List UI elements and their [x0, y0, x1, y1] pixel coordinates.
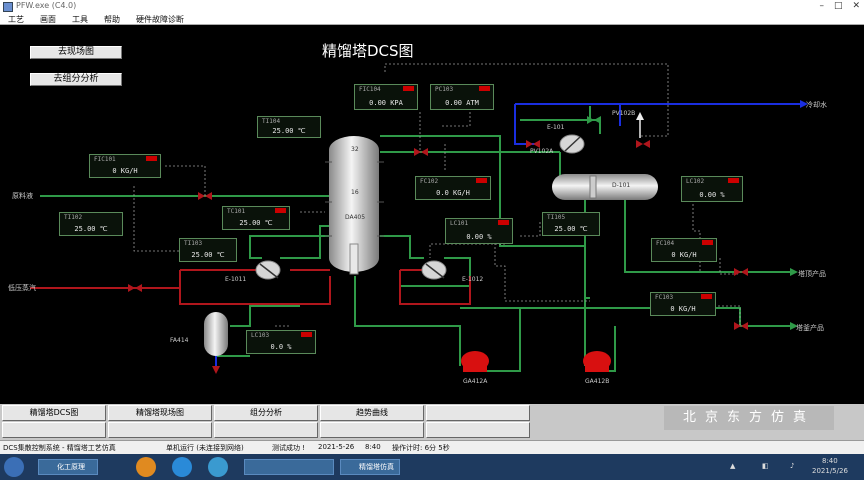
status-mode: 单机运行 (未连接到网络) [166, 444, 244, 452]
tab-empty-1[interactable] [426, 405, 530, 421]
bottom-product-label: 塔釜产品 [796, 324, 824, 332]
top-product-label: 塔顶产品 [798, 270, 826, 278]
tag-ti105[interactable]: TI105 25.00 ℃ [542, 212, 600, 236]
status-date: 2021-5-26 [318, 443, 355, 451]
tab-empty-2[interactable] [2, 422, 106, 438]
pump-ga412b [583, 351, 611, 372]
tray-top-label: 32 [351, 146, 359, 153]
tag-lc101[interactable]: LC101 0.00 % [445, 218, 513, 244]
steam-loop [179, 270, 331, 305]
reboiler2-label: E-1012 [462, 276, 484, 283]
reflux-drum-label: D-101 [612, 182, 631, 189]
tab-empty-4[interactable] [214, 422, 318, 438]
tag-fc103[interactable]: FC103 0 KG/H [650, 292, 716, 316]
menu-hardware-diagnostics[interactable]: 硬件故障诊断 [136, 14, 184, 24]
app-icon [3, 2, 13, 12]
pump-ga412a [461, 351, 489, 372]
window-title: PFW.exe (C4.0) [16, 1, 77, 10]
pc-valve-b-label: PV102B [612, 110, 636, 117]
tag-fic101[interactable]: FIC101 0 KG/H [89, 154, 161, 178]
bottom-draw [354, 276, 461, 366]
tag-fic104[interactable]: FIC104 0.00 KPA [354, 84, 418, 110]
minimize-button[interactable]: – [819, 1, 824, 11]
goto-field-button[interactable]: 去现场图 [30, 46, 122, 59]
window-controls: – □ ✕ [819, 1, 860, 11]
window-titlebar: PFW.exe (C4.0) – □ ✕ [0, 0, 864, 14]
tag-lc103[interactable]: LC103 0.0 % [246, 330, 316, 354]
pv102b-valve [636, 140, 650, 148]
bottom-product-pipe [460, 307, 790, 327]
app-icon-2[interactable] [208, 457, 228, 477]
fv101-valve [198, 192, 212, 200]
tray-volume-icon[interactable]: ♪ [790, 462, 794, 470]
menu-bar: 工艺 画面 工具 帮助 硬件故障诊断 [0, 14, 864, 25]
tray-feed-label: 16 [351, 189, 359, 196]
reboiler2-loop [380, 235, 424, 259]
menu-view[interactable]: 画面 [40, 14, 56, 24]
tab-field-view[interactable]: 精馏塔现场图 [108, 405, 212, 421]
tray-network-icon[interactable]: ◧ [762, 462, 769, 470]
tag-ti103[interactable]: TI103 25.00 ℃ [179, 238, 237, 262]
task-browser[interactable] [244, 459, 334, 475]
tag-fc102[interactable]: FC102 0.0 KG/H [415, 176, 491, 200]
steam-label: 低压蒸汽 [8, 284, 36, 292]
vessel-label: FA414 [170, 337, 189, 344]
status-system: DCS集散控制系统 - 精馏塔工艺仿真 [3, 444, 116, 452]
tray-flag-icon[interactable]: ▲ [730, 462, 735, 470]
cooling-water-label: 冷却水 [806, 101, 827, 109]
close-button[interactable]: ✕ [852, 1, 860, 11]
tag-lc102[interactable]: LC102 0.00 % [681, 176, 743, 202]
task-folder[interactable]: 化工原理 [38, 459, 98, 475]
tab-empty-6[interactable] [426, 422, 530, 438]
condenser-label: E-101 [547, 124, 565, 131]
steam-valve [128, 284, 142, 292]
reboiler1-label: E-1011 [225, 276, 247, 283]
tag-ti104[interactable]: TI104 25.00 ℃ [257, 116, 321, 138]
os-taskbar: 化工原理 精馏塔仿真 ▲ ◧ ♪ 8:40 2021/5/26 [0, 454, 864, 480]
task-simulator[interactable]: 精馏塔仿真 [340, 459, 400, 475]
menu-process[interactable]: 工艺 [8, 14, 24, 24]
start-icon[interactable] [4, 457, 24, 477]
dcs-canvas: 去现场图 去组分分析 精馏塔DCS图 FIC104 0.00 KPA PC103… [0, 26, 864, 402]
cw-valve [587, 116, 601, 124]
vessel-fa414 [204, 312, 228, 356]
process-diagram [30, 63, 808, 374]
pc-valve-label: PV102A [530, 148, 554, 155]
status-result: 测试成功 ! [272, 444, 306, 452]
tray-clock[interactable]: 8:40 [822, 457, 838, 465]
column-label: DA405 [345, 214, 366, 221]
pv102a-valve [526, 140, 540, 148]
top-product-valve [734, 268, 748, 276]
status-time: 8:40 [365, 443, 381, 451]
status-elapsed: 操作计时: 6分 5秒 [392, 444, 450, 452]
app-root: PFW.exe (C4.0) – □ ✕ 工艺 画面 工具 帮助 硬件故障诊断 [0, 0, 864, 480]
menu-help[interactable]: 帮助 [104, 14, 120, 24]
tab-composition[interactable]: 组分分析 [214, 405, 318, 421]
pump-b-label: GA412B [585, 378, 610, 385]
distillation-column [325, 136, 384, 275]
tag-ti102[interactable]: TI102 25.00 ℃ [59, 212, 123, 236]
tab-dcs-view[interactable]: 精馏塔DCS图 [2, 405, 106, 421]
tab-trend[interactable]: 趋势曲线 [320, 405, 424, 421]
tag-tc101[interactable]: TC101 25.00 ℃ [222, 206, 290, 230]
pump-a-label: GA412A [463, 378, 488, 385]
page-title: 精馏塔DCS图 [322, 42, 414, 60]
tag-fc104[interactable]: FC104 0 KG/H [651, 238, 717, 262]
menu-tools[interactable]: 工具 [72, 14, 88, 24]
feed-label: 原料液 [12, 192, 33, 200]
tag-pc103[interactable]: PC103 0.00 ATM [430, 84, 494, 110]
reflux-valve [414, 148, 428, 156]
vendor-logo: 北京东方仿真 [664, 406, 834, 430]
reflux-drum [552, 174, 658, 200]
browser-icon[interactable] [136, 457, 156, 477]
ie-icon[interactable] [172, 457, 192, 477]
reboiler1-loop [249, 235, 330, 259]
goto-composition-button[interactable]: 去组分分析 [30, 73, 122, 86]
tab-empty-5[interactable] [320, 422, 424, 438]
tray-date[interactable]: 2021/5/26 [812, 467, 848, 475]
status-bar: DCS集散控制系统 - 精馏塔工艺仿真 单机运行 (未连接到网络) 测试成功 !… [0, 440, 864, 454]
maximize-button[interactable]: □ [834, 1, 843, 11]
tab-empty-3[interactable] [108, 422, 212, 438]
